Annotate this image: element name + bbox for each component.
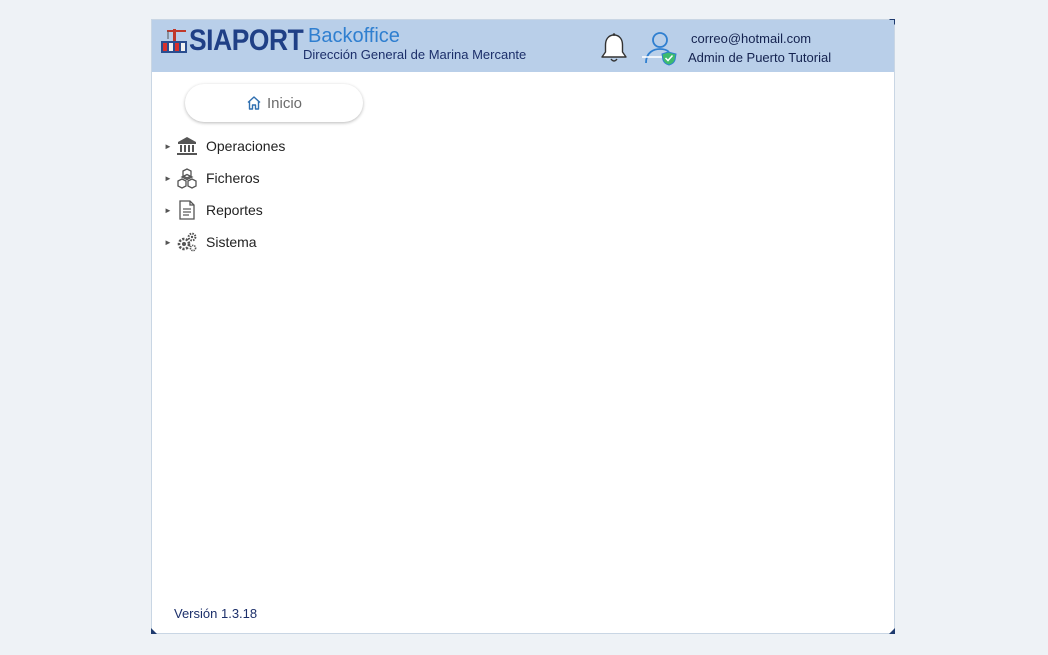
app-title: Backoffice (308, 25, 400, 47)
user-email[interactable]: correo@hotmail.com (691, 31, 811, 47)
user-shield-icon[interactable] (640, 30, 680, 66)
sidebar-item-label: Sistema (206, 234, 257, 250)
gears-icon (177, 232, 197, 252)
app-window: SIAPORT Backoffice Dirección General de … (151, 19, 895, 634)
caret-right-icon: ► (164, 141, 172, 151)
caret-right-icon: ► (164, 173, 172, 183)
home-button[interactable]: Inicio (185, 84, 363, 122)
crane-logo-icon (161, 29, 187, 53)
sidebar-item-label: Ficheros (206, 170, 260, 186)
caret-right-icon: ► (164, 237, 172, 247)
user-role: Admin de Puerto Tutorial (688, 50, 832, 65)
app-header: SIAPORT Backoffice Dirección General de … (152, 20, 894, 72)
sidebar-item-reportes[interactable]: ► Reportes (164, 194, 285, 226)
sidebar-item-ficheros[interactable]: ► Ficheros (164, 162, 285, 194)
version-label: Versión 1.3.18 (174, 606, 258, 621)
sidebar-item-label: Reportes (206, 202, 263, 218)
corner-decoration (151, 628, 157, 634)
sidebar-item-operaciones[interactable]: ► Operaciones (164, 130, 285, 162)
app-subtitle: Dirección General de Marina Mercante (303, 47, 527, 62)
corner-decoration (889, 628, 895, 634)
bank-icon (177, 137, 197, 155)
bell-icon[interactable] (597, 31, 631, 65)
sidebar-item-sistema[interactable]: ► Sistema (164, 226, 285, 258)
home-icon (247, 96, 261, 110)
document-icon (179, 200, 195, 220)
boxes-icon (177, 168, 197, 189)
home-label: Inicio (266, 94, 303, 112)
sidebar-item-label: Operaciones (206, 138, 286, 154)
logo-text: SIAPORT (189, 24, 304, 57)
sidebar-menu: ► Operaciones ► Ficheros ► Reportes ► Si… (164, 130, 285, 258)
caret-right-icon: ► (164, 205, 172, 215)
